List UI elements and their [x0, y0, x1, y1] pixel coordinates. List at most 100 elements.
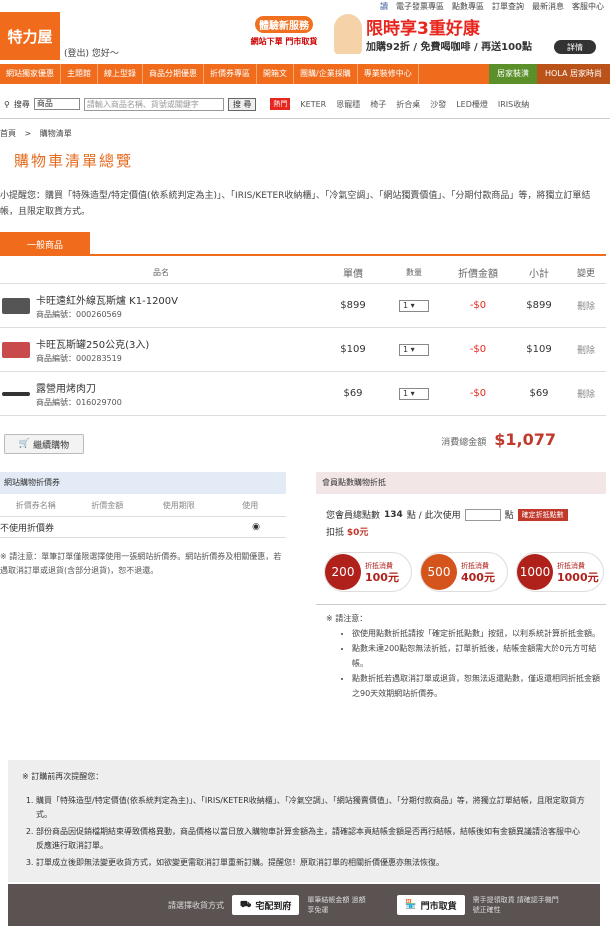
topbar-link[interactable]: 電子發票專區 [396, 1, 444, 12]
subtotal: $899 [526, 300, 552, 311]
continue-shopping-button[interactable]: 🛒 繼續購物 [4, 434, 84, 454]
qty-select[interactable]: 1 ▾ [399, 299, 429, 312]
nav-item[interactable]: 線上型錄 [98, 64, 143, 84]
col-discount: 折價金額 [458, 269, 498, 280]
points-option: 500 折抵消費 400元 [420, 552, 508, 592]
nav-item[interactable]: 折價券專區 [204, 64, 257, 84]
hot-keyword[interactable]: IRIS收納 [498, 99, 529, 110]
topbar-link[interactable]: 最新消息 [532, 1, 564, 12]
no-coupon-label: 不使用折價券 [0, 523, 55, 534]
points-option: 1000 折抵消費 1000元 [516, 552, 604, 592]
table-row: 露營用烤肉刀 商品編號：016029700 $69 1 ▾ -$0 $69 刪除 [0, 372, 606, 416]
promo-tag-title: 體驗新服務 [255, 16, 313, 33]
topbar-link[interactable]: 讀 [380, 1, 388, 12]
coupon-panel: 網站購物折價券 折價券名稱 折價金額 使用期限 使用 不使用折價券 ◉ ※ 請注… [0, 472, 286, 578]
product-image[interactable] [0, 341, 34, 358]
qty-select[interactable]: 1 ▾ [399, 387, 429, 400]
confirm-points-button[interactable]: 確定折抵點數 [517, 508, 568, 521]
product-name[interactable]: 卡旺瓦斯罐250公克(3入) [36, 336, 322, 351]
coupon-title: 網站購物折價券 [0, 472, 286, 494]
points-option: 200 折抵消費 100元 [324, 552, 412, 592]
breadcrumb-current: 購物清單 [39, 129, 72, 138]
nav-item[interactable]: 商品分期優惠 [143, 64, 204, 84]
qty-select[interactable]: 1 ▾ [399, 343, 429, 356]
hot-keyword[interactable]: 恩寵穩 [336, 99, 360, 110]
product-name[interactable]: 露營用烤肉刀 [36, 380, 322, 395]
tab-general-products[interactable]: 一般商品 [0, 232, 90, 256]
delete-button[interactable]: 刪除 [566, 343, 606, 356]
points-title: 會員點數購物折抵 [316, 472, 606, 494]
hot-keyword[interactable]: 折合桌 [396, 99, 420, 110]
points-note-item: 點數未達200點恕無法折抵，訂單折抵後，結帳金額需大於0元方可結帳。 [352, 641, 606, 671]
coupon-radio[interactable]: ◉ [252, 522, 260, 532]
hot-keyword[interactable]: 沙發 [430, 99, 446, 110]
delete-button[interactable]: 刪除 [566, 299, 606, 312]
coupon-header: 折價券名稱 折價金額 使用期限 使用 [0, 494, 286, 516]
points-input[interactable] [464, 508, 501, 521]
hot-keyword[interactable]: LED檯燈 [456, 99, 488, 110]
promo-tag-sub: 網站下單 門市取貨 [250, 37, 318, 46]
search-input[interactable]: 請輸入商品名稱、貨號或關鍵字 [83, 97, 224, 111]
logo[interactable]: 特力屋 [0, 12, 60, 60]
product-sku: 商品編號：000260569 [36, 309, 122, 319]
points-options: 200 折抵消費 100元 500 折抵消費 400元 1000 折抵消費 1000元 [316, 552, 606, 592]
greeting: (登出) 您好～ [64, 49, 119, 59]
nav-item[interactable]: 網站獨家優惠 [0, 64, 61, 84]
site-header: 特力屋 (登出) 您好～ 體驗新服務 網站下單 門市取貨 限時享3重好康 加購9… [0, 12, 610, 60]
home-delivery-label: 宅配到府 [255, 901, 292, 912]
promo-banner[interactable]: 體驗新服務 網站下單 門市取貨 限時享3重好康 加購92折 / 免費喝咖啡 / … [236, 14, 606, 58]
table-row: 卡旺瓦斯罐250公克(3入) 商品編號：000283519 $109 1 ▾ -$… [0, 328, 606, 372]
points-deduct-row: 扣抵 $0元 [316, 525, 606, 538]
points-have-value: 134 [384, 509, 403, 520]
notice-text: 小提醒您：購買「特殊造型/特定價值(依系統判定為主)」、「IRIS/KETER收… [0, 191, 591, 217]
deduct-value: $0元 [346, 528, 369, 538]
store-pickup-button[interactable]: 🏪 門市取貨 [397, 895, 465, 915]
coupon-none-row[interactable]: 不使用折價券 ◉ [0, 516, 286, 538]
points-panel: 會員點數購物折抵 您會員總點數 134 點 / 此次使用 點 確定折抵點數 扣抵… [316, 472, 606, 701]
points-have-label: 您會員總點數 [326, 511, 381, 521]
coupon-note: ※ 請注意：單筆訂單僅限選擇使用一張網站折價券。網站折價券及相關優惠，若遇取消訂… [0, 552, 282, 575]
home-delivery-desc: 單筆結帳金額 過額享免運 [307, 896, 366, 914]
nav-item[interactable]: 團購/企業採購 [294, 64, 358, 84]
breadcrumb: 首頁 > 購物清單 [0, 128, 72, 139]
nav-item[interactable]: 專業裝修中心 [358, 64, 419, 84]
points-option-amount: 100元 [365, 571, 399, 584]
nav-home-decor[interactable]: 居家裝潢 [489, 64, 538, 84]
product-name[interactable]: 卡旺遠紅外線瓦斯爐 K1-1200V [36, 292, 322, 307]
nav-hola[interactable]: HOLA 居家時尚 [537, 64, 610, 84]
topbar-link[interactable]: 客服中心 [572, 1, 604, 12]
points-note-title: ※ 請注意： [326, 614, 368, 623]
reminder-item: 購買「特殊造型/特定價值(依系統判定為主)」、「IRIS/KETER收納櫃」、「… [36, 794, 586, 822]
total-label: 消費總金額 [441, 438, 487, 448]
coupon-col: 折價券名稱 [15, 500, 56, 510]
col-subtotal: 小計 [529, 269, 549, 280]
deduct-label: 扣抵 [326, 528, 345, 538]
breadcrumb-home[interactable]: 首頁 [0, 129, 16, 138]
points-note: ※ 請注意： 欲使用點數折抵請按「確定折抵點數」按鈕，以利系統計算折抵金額。 點… [316, 605, 606, 701]
hot-keyword[interactable]: 椅子 [370, 99, 386, 110]
discount-amount: -$0 [469, 388, 487, 399]
truck-icon: ⛟ [240, 899, 252, 910]
topbar-link[interactable]: 點數專區 [452, 1, 484, 12]
product-image[interactable] [0, 391, 34, 396]
home-delivery-button[interactable]: ⛟ 宅配到府 [232, 895, 300, 915]
nav-item[interactable]: 主題館 [61, 64, 98, 84]
discount-amount: -$0 [469, 300, 487, 311]
promo-detail-button[interactable]: 詳情 [554, 40, 596, 54]
reminder-item: 訂單成立後即無法變更收貨方式，如欲變更需取消訂單重新訂購。提醒您！原取消訂單的相… [36, 856, 586, 870]
product-sku: 商品編號：016029700 [36, 397, 122, 407]
topbar-link[interactable]: 訂單查詢 [492, 1, 524, 12]
search-button[interactable]: 搜 尋 [227, 97, 257, 111]
reminder-item: 部份商品因促銷檔期結束導致價格異動，商品價格以當日放入購物車計算金額為主，請確認… [36, 825, 586, 853]
top-links: 讀 電子發票專區 點數專區 訂單查詢 最新消息 客服中心 [0, 0, 610, 12]
page-title: 購物車清單總覽 [14, 152, 134, 170]
hot-keyword[interactable]: KETER [300, 100, 326, 109]
nav-item[interactable]: 開箱文 [257, 64, 294, 84]
store-icon: 🏪 [405, 900, 417, 910]
product-image[interactable] [0, 297, 34, 314]
breadcrumb-separator: > [24, 129, 32, 138]
search-category-select[interactable]: 商品 [33, 98, 80, 110]
delete-button[interactable]: 刪除 [566, 387, 606, 400]
cart-icon: 🛒 [18, 439, 31, 449]
store-pickup-desc: 需手提領取貨 請確認手機門號正確性 [472, 896, 559, 914]
